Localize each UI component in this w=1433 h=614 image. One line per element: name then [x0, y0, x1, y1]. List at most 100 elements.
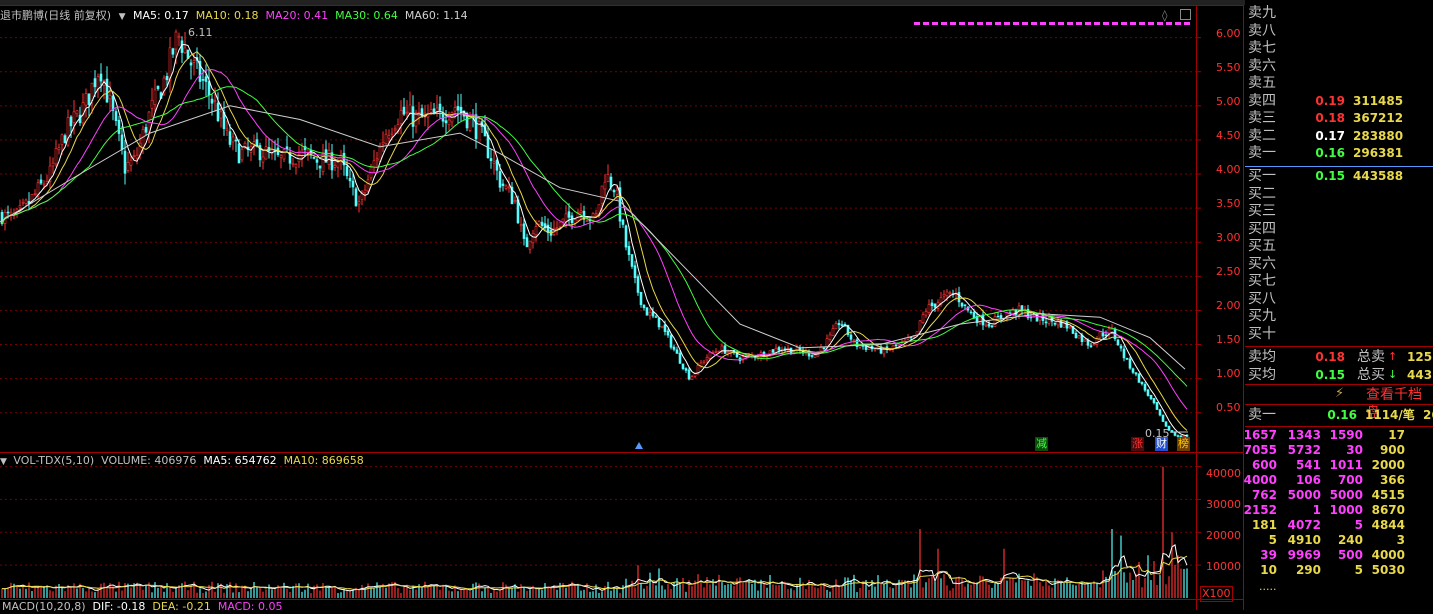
tick-more: .....: [1259, 580, 1277, 593]
vol-indicator-name[interactable]: VOL-TDX(5,10): [13, 454, 94, 467]
candle-body: [702, 360, 706, 364]
section-divider: [1245, 426, 1433, 427]
settings-icon[interactable]: ◊: [1162, 9, 1167, 22]
candle-body: [438, 103, 442, 111]
bid-level[interactable]: 买六: [1245, 255, 1433, 273]
bid-level[interactable]: 买一 0.15 443588: [1245, 167, 1433, 185]
candle-body: [372, 160, 376, 168]
candle-body: [927, 304, 931, 313]
candle-body: [1116, 339, 1120, 346]
bid-level[interactable]: 买十: [1245, 325, 1433, 343]
event-marker[interactable]: 榜: [1177, 437, 1190, 451]
ask-level[interactable]: 卖七: [1245, 39, 1433, 57]
ask-level-label: 卖五: [1248, 75, 1276, 91]
avg-sell-row: 卖均 0.18 总卖 ↑ 125: [1245, 348, 1433, 366]
tick-volume: 762: [1251, 488, 1277, 502]
candle-body: [330, 152, 334, 171]
bid-level[interactable]: 买五: [1245, 237, 1433, 255]
avg-buy-price: 0.15: [1315, 368, 1345, 382]
chevron-down-icon[interactable]: ▼: [0, 457, 7, 467]
candle-body: [57, 147, 61, 151]
level1-row: 卖一 0.16 1114/笔 26: [1245, 406, 1433, 424]
candle-body: [813, 354, 817, 358]
candle-body: [603, 181, 607, 190]
ask-level[interactable]: 卖一 0.16 296381: [1245, 144, 1433, 162]
ma20-line: [1, 68, 1188, 410]
candle-body: [948, 292, 952, 295]
bid-level[interactable]: 买七: [1245, 272, 1433, 290]
level1-price: 0.16: [1327, 408, 1357, 422]
candle-body: [666, 330, 670, 336]
candle-body: [1077, 335, 1081, 339]
chevron-down-icon[interactable]: ▼: [119, 12, 126, 22]
candle-body: [204, 76, 208, 82]
ask-level[interactable]: 卖六: [1245, 57, 1433, 75]
bid-level[interactable]: 买九: [1245, 307, 1433, 325]
ask-level[interactable]: 卖九: [1245, 4, 1433, 22]
ask-level[interactable]: 卖五: [1245, 74, 1433, 92]
ma20-label: MA20: 0.41: [265, 9, 329, 22]
window-restore-icon[interactable]: [1180, 9, 1191, 20]
candle-body: [489, 158, 493, 162]
candle-body: [207, 81, 211, 96]
ask-level-label: 卖三: [1248, 110, 1276, 126]
ask-level[interactable]: 卖三 0.18 367212: [1245, 109, 1433, 127]
signal-dash: [1175, 22, 1181, 25]
ask-level[interactable]: 卖八: [1245, 22, 1433, 40]
vol-ma10: MA10: 869658: [283, 454, 364, 467]
candle-body: [996, 315, 1000, 318]
candle-body: [906, 337, 910, 340]
candle-body: [990, 325, 994, 328]
bid-level[interactable]: 买二: [1245, 185, 1433, 203]
macd-dea: DEA: -0.21: [152, 600, 211, 613]
macd-name[interactable]: MACD(10,20,8): [2, 600, 86, 613]
candle-body: [393, 128, 397, 131]
ask-level[interactable]: 卖二 0.17 283880: [1245, 127, 1433, 145]
bid-level[interactable]: 买八: [1245, 290, 1433, 308]
event-marker[interactable]: 财: [1155, 437, 1168, 451]
candle-body: [600, 185, 604, 204]
triangle-marker-icon[interactable]: [635, 442, 643, 449]
ma60-label: MA60: 1.14: [404, 9, 468, 22]
candle-body: [453, 107, 457, 112]
tick-volume: 10: [1260, 563, 1277, 577]
candle-body: [60, 134, 64, 145]
tick-volume: 4000: [1243, 473, 1277, 487]
ma10-label: MA10: 0.18: [195, 9, 259, 22]
tick-volume: 290: [1295, 563, 1321, 577]
candle-body: [96, 76, 100, 90]
bid-level[interactable]: 买四: [1245, 220, 1433, 238]
vol-value: VOLUME: 406976: [101, 454, 197, 467]
ask-price: 0.19: [1315, 93, 1345, 108]
candle-body: [507, 186, 511, 189]
candle-body: [192, 60, 196, 63]
candle-body: [216, 102, 220, 122]
macd-dif: DIF: -0.18: [92, 600, 146, 613]
candle-body: [348, 177, 352, 182]
section-divider: [1245, 346, 1433, 347]
bid-level[interactable]: 买三: [1245, 202, 1433, 220]
candle-body: [1173, 431, 1177, 436]
tick-volume: 5030: [1371, 563, 1405, 577]
candle-body: [1122, 348, 1126, 359]
candle-body: [114, 111, 118, 122]
tick-volume: 5: [1354, 518, 1363, 532]
vol-ma5: MA5: 654762: [203, 454, 277, 467]
candle-body: [63, 135, 67, 143]
candle-body: [657, 317, 661, 328]
event-marker[interactable]: 涨: [1131, 437, 1144, 451]
tick-volume: 1343: [1287, 428, 1321, 442]
signal-dash: [1067, 22, 1073, 25]
ask-level-label: 卖二: [1248, 127, 1276, 144]
candle-body: [177, 35, 181, 38]
tick-row: 600 541 1011 2000: [1245, 458, 1433, 473]
lightning-icon[interactable]: ⚡: [1335, 386, 1344, 401]
candle-body: [495, 159, 499, 171]
ask-price: 0.17: [1315, 128, 1345, 143]
ask-level[interactable]: 卖四 0.19 311485: [1245, 92, 1433, 110]
stock-title[interactable]: 退市鹏博(日线 前复权): [0, 9, 111, 22]
vol-tick-label: 10000: [1206, 560, 1241, 573]
event-marker[interactable]: 减: [1035, 437, 1048, 451]
candle-body: [210, 98, 214, 104]
candle-body: [963, 304, 967, 306]
